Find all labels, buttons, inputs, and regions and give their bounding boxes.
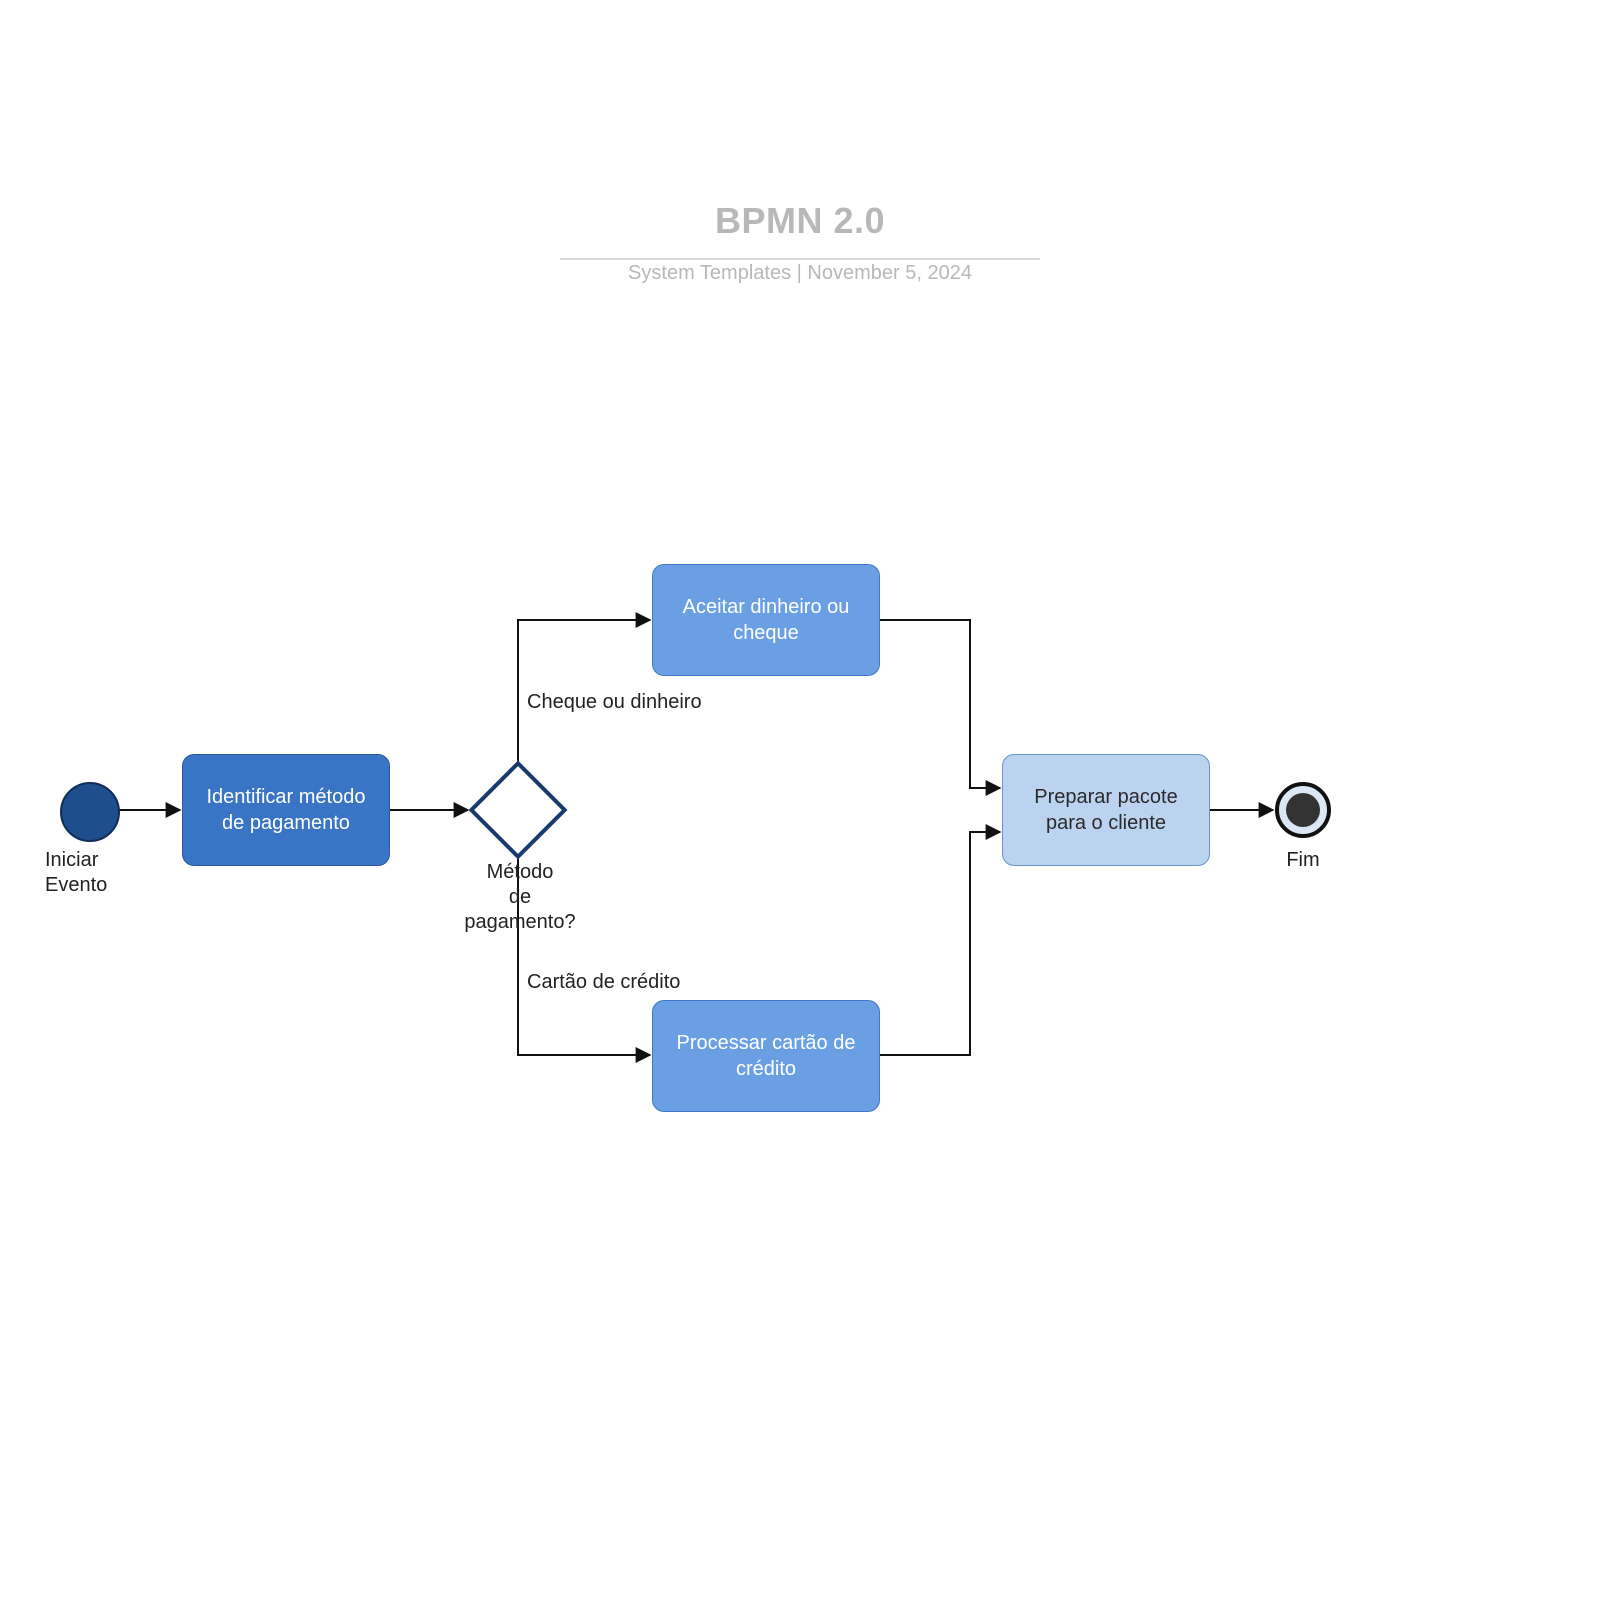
title-rule — [560, 258, 1040, 260]
task-prepare: Preparar pacote para o cliente — [1002, 754, 1210, 866]
subtitle-date: November 5, 2024 — [807, 262, 972, 284]
task-process-card: Processar cartão de crédito — [652, 1000, 880, 1112]
start-event-label: Iniciar Evento — [45, 848, 135, 898]
diagram-title: BPMN 2.0 — [0, 200, 1600, 242]
edge-card-label: Cartão de crédito — [455, 970, 747, 995]
end-event-inner — [1286, 793, 1320, 827]
diagram-canvas: BPMN 2.0 System Templates | November 5, … — [0, 0, 1600, 1600]
task-accept-label: Aceitar dinheiro ou cheque — [665, 594, 867, 646]
gateway-decision — [469, 761, 568, 860]
start-event — [60, 782, 120, 842]
end-event — [1275, 782, 1331, 838]
end-event-label: Fim — [1275, 848, 1331, 873]
subtitle-template: System Templates — [628, 262, 791, 284]
edge-accept-prepare — [880, 620, 1000, 788]
gateway-label: Método de pagamento? — [455, 860, 585, 935]
edge-cash-label: Cheque ou dinheiro — [455, 690, 727, 715]
task-prepare-label: Preparar pacote para o cliente — [1015, 784, 1197, 836]
diagram-subtitle: System Templates | November 5, 2024 — [0, 262, 1600, 285]
task-accept: Aceitar dinheiro ou cheque — [652, 564, 880, 676]
subtitle-sep: | — [797, 262, 808, 284]
task-identify-label: Identificar método de pagamento — [195, 784, 377, 836]
edge-process-prepare — [880, 832, 1000, 1055]
task-process-card-label: Processar cartão de crédito — [665, 1030, 867, 1082]
task-identify: Identificar método de pagamento — [182, 754, 390, 866]
